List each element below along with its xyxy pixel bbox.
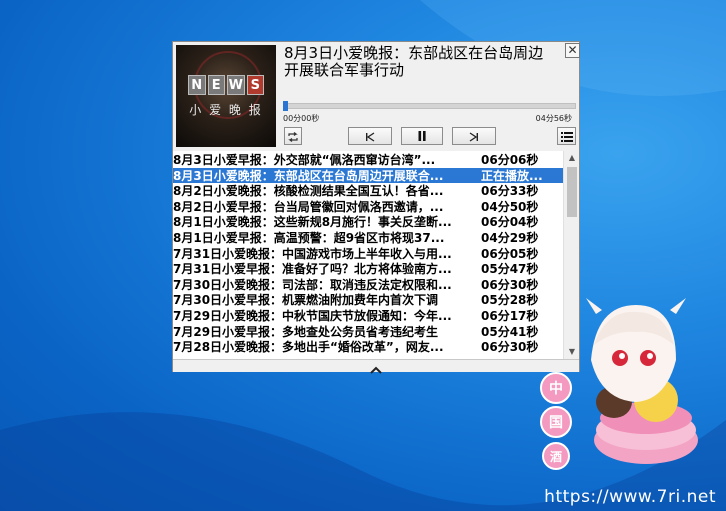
playlist-item-title: 8月3日小爱晚报：东部战区在台岛周边开展联合... <box>173 168 444 183</box>
playlist-item[interactable]: 8月2日小爱早报：台当局管徽回对佩洛西邀请，... 04分50秒 <box>173 199 563 215</box>
playlist-item-title: 8月2日小爱晚报：核酸检测结果全国互认！各省... <box>173 184 444 199</box>
audio-player-window: N E W S 小 爱 晚 报 8月3日小爱晚报：东部战区在台岛周边开展联合军事… <box>172 41 580 374</box>
playlist-icon <box>560 127 573 146</box>
playlist-item-duration: 05分47秒 <box>481 262 539 277</box>
loop-icon <box>287 127 299 146</box>
album-cover: N E W S 小 爱 晚 报 <box>176 45 276 147</box>
playlist-item-duration: 06分04秒 <box>481 215 539 230</box>
playlist-item-title: 7月31日小爱早报：准备好了吗？北方将体验南方... <box>173 262 452 277</box>
current-time: 00分00秒 <box>283 114 320 123</box>
news-logo: N E W S <box>188 75 264 95</box>
playlist-item-duration: 06分30秒 <box>481 277 539 292</box>
playlist-item[interactable]: 7月31日小爱晚报：中国游戏市场上半年收入与用... 06分05秒 <box>173 246 563 262</box>
pause-button[interactable] <box>401 127 443 145</box>
playlist-item-title: 8月3日小爱早报：外交部就“佩洛西窜访台湾”... <box>173 153 436 167</box>
playlist-item[interactable]: 7月31日小爱早报：准备好了吗？北方将体验南方... 05分47秒 <box>173 261 563 277</box>
playlist-item-duration: 06分05秒 <box>481 246 539 261</box>
playlist-item[interactable]: 7月30日小爱早报：机票燃油附加费年内首次下调 05分28秒 <box>173 292 563 308</box>
playlist-item-title: 8月1日小爱晚报：这些新规8月施行！事关反垄断... <box>173 215 452 230</box>
scrollbar-thumb[interactable] <box>567 167 577 217</box>
svg-text:中: 中 <box>549 380 563 397</box>
playlist-item-title: 7月30日小爱晚报：司法部：取消违反法定权限和... <box>173 277 452 292</box>
playlist-item[interactable]: 8月1日小爱早报：高温预警：超9省区市将现37... 04分29秒 <box>173 230 563 246</box>
playlist-item[interactable]: 7月29日小爱早报：多地查处公务员省考违纪考生 05分41秒 <box>173 324 563 340</box>
playlist-item[interactable]: 8月3日小爱晚报：东部战区在台岛周边开展联合... 正在播放... <box>173 167 563 184</box>
playlist-item-duration: 04分29秒 <box>481 231 539 245</box>
progress-bar[interactable] <box>283 101 576 111</box>
close-button[interactable]: ✕ <box>565 43 580 58</box>
progress-thumb[interactable] <box>283 101 288 111</box>
playlist-item-duration: 06分33秒 <box>481 184 539 199</box>
pause-icon <box>416 127 428 146</box>
playlist-item-duration: 05分28秒 <box>481 293 539 308</box>
playlist-item[interactable]: 7月29日小爱晚报：中秋节国庆节放假通知：今年... 06分17秒 <box>173 308 563 324</box>
cover-subtitle: 小 爱 晚 报 <box>189 103 263 117</box>
playlist-item-duration: 04分50秒 <box>481 199 539 214</box>
next-button[interactable] <box>452 127 496 145</box>
player-header: N E W S 小 爱 晚 报 8月3日小爱晚报：东部战区在台岛周边开展联合军事… <box>173 42 580 151</box>
playlist-item-duration: 05分41秒 <box>481 324 539 339</box>
playlist-item-title: 8月2日小爱早报：台当局管徽回对佩洛西邀请，... <box>173 199 444 214</box>
track-title: 8月3日小爱晚报：东部战区在台岛周边开展联合军事行动 <box>284 44 544 79</box>
mascot-sticker: 中 国 酒 <box>540 298 698 470</box>
playlist-item[interactable]: 8月3日小爱早报：外交部就“佩洛西窜访台湾”... 06分06秒 <box>173 152 563 168</box>
previous-button[interactable] <box>348 127 392 145</box>
mascot-badges: 中 国 酒 <box>540 372 572 470</box>
previous-icon <box>364 127 376 146</box>
playlist-item-title: 8月1日小爱早报：高温预警：超9省区市将现37... <box>173 231 445 245</box>
playlist-item-title: 7月31日小爱晚报：中国游戏市场上半年收入与用... <box>173 246 452 261</box>
playlist-item-title: 7月29日小爱早报：多地查处公务员省考违纪考生 <box>173 324 439 339</box>
chevron-up-icon[interactable] <box>369 360 383 374</box>
playlist-item-duration: 正在播放... <box>481 168 543 183</box>
playlist-item[interactable]: 8月2日小爱晚报：核酸检测结果全国互认！各省... 06分33秒 <box>173 183 563 199</box>
total-time: 04分56秒 <box>535 114 572 123</box>
collapse-bar[interactable] <box>173 359 579 374</box>
playlist-item[interactable]: 7月30日小爱晚报：司法部：取消违反法定权限和... 06分30秒 <box>173 277 563 293</box>
playlist-item-title: 7月28日小爱晚报：多地出手“婚俗改革”，网友... <box>173 340 444 355</box>
playlist-item-title: 7月30日小爱早报：机票燃油附加费年内首次下调 <box>173 293 439 308</box>
svg-text:国: 国 <box>549 415 563 431</box>
loop-button[interactable] <box>284 127 302 145</box>
scroll-up-arrow-icon[interactable]: ▲ <box>564 151 579 165</box>
playlist: 7月28日小爱晚报：多地出手“婚俗改革”，网友... 06分30秒 7月29日小爱早… <box>173 151 579 359</box>
svg-text:酒: 酒 <box>550 450 562 464</box>
playlist-item[interactable]: 8月1日小爱晚报：这些新规8月施行！事关反垄断... 06分04秒 <box>173 214 563 230</box>
playlist-item-duration: 06分30秒 <box>481 340 539 355</box>
site-watermark: https://www.7ri.net <box>544 487 716 507</box>
playlist-item[interactable]: 7月28日小爱晚报：多地出手“婚俗改革”，网友... 06分30秒 <box>173 339 563 355</box>
playlist-item-title: 7月29日小爱晚报：中秋节国庆节放假通知：今年... <box>173 309 452 323</box>
playlist-item-duration: 06分17秒 <box>481 309 539 323</box>
playlist-button[interactable] <box>557 127 576 145</box>
playlist-item-duration: 06分06秒 <box>481 153 539 167</box>
next-icon <box>468 127 480 146</box>
